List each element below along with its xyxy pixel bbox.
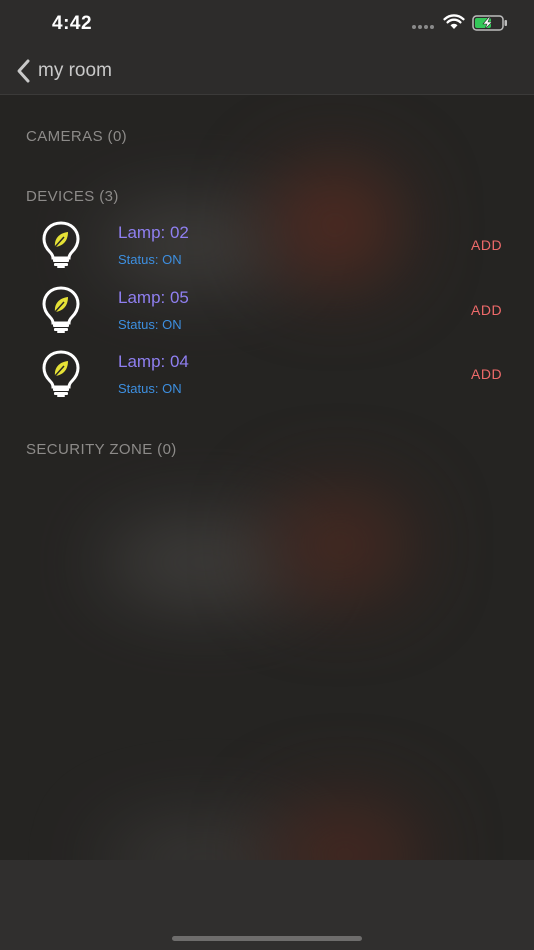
add-device-button[interactable]: ADD: [471, 302, 502, 318]
cellular-signal-icon: [412, 25, 434, 29]
device-row[interactable]: Lamp: 05 Status: ON ADD: [0, 285, 534, 349]
device-row[interactable]: Lamp: 02 Status: ON ADD: [0, 220, 534, 284]
status-time: 4:42: [52, 13, 93, 34]
lightbulb-icon: [42, 221, 80, 268]
add-device-button[interactable]: ADD: [471, 366, 502, 382]
device-status: Status: ON: [118, 381, 182, 396]
battery-charging-icon: [472, 15, 507, 31]
device-status: Status: ON: [118, 317, 182, 332]
section-header-cameras: CAMERAS (0): [26, 128, 128, 145]
back-button[interactable]: my room: [14, 56, 112, 86]
wifi-icon: [443, 14, 465, 29]
device-name: Lamp: 05: [118, 288, 189, 307]
status-bar: 4:42: [0, 0, 534, 48]
section-header-security-zone: SECURITY ZONE (0): [26, 441, 177, 458]
lightbulb-icon: [42, 350, 80, 397]
section-header-devices: DEVICES (3): [26, 188, 119, 205]
navigation-bar: my room: [0, 48, 534, 95]
lightbulb-icon: [42, 286, 80, 333]
device-row[interactable]: Lamp: 04 Status: ON ADD: [0, 349, 534, 413]
add-device-button[interactable]: ADD: [471, 237, 502, 253]
device-status: Status: ON: [118, 252, 182, 267]
device-name: Lamp: 04: [118, 352, 189, 371]
home-indicator[interactable]: [172, 936, 362, 941]
chevron-left-icon: [17, 59, 30, 83]
back-button-label: my room: [38, 60, 112, 81]
device-name: Lamp: 02: [118, 223, 189, 242]
